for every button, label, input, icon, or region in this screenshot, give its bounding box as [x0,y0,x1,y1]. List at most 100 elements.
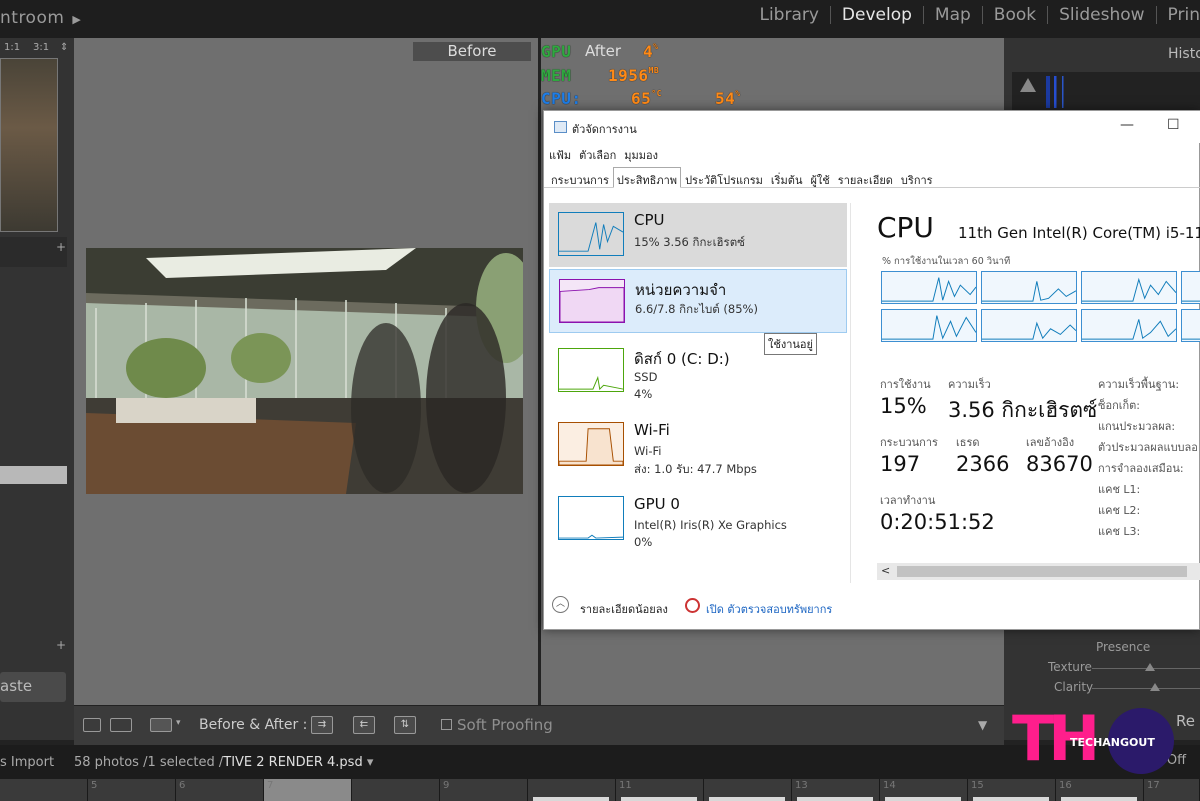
copy-before-to-after-button[interactable]: ⇉ [311,716,333,734]
menu-bar: แฟ้ม ตัวเลือก มุมมอง [549,146,658,164]
paste-button[interactable]: aste [0,672,66,702]
window-title: ตัวจัดการงาน [572,123,637,136]
filmstrip-thumb[interactable]: 16 [1056,779,1144,801]
previous-import-label[interactable]: s Import [0,755,54,770]
clarity-label: Clarity [1054,680,1094,694]
filmstrip-thumb[interactable] [0,779,88,801]
filmstrip-thumb[interactable] [528,779,616,801]
filmstrip-thumb[interactable]: 11 [616,779,704,801]
reset-button[interactable]: Re [1176,712,1195,730]
menu-view[interactable]: มุมมอง [624,146,658,164]
view-mode-dropdown-icon[interactable]: ▾ [176,718,181,728]
resource-detail-2: ส่ง: 1.0 รับ: 47.7 Mbps [634,462,757,476]
resource-detail: SSD [634,370,658,384]
before-after-label: Before & After : [199,717,308,733]
after-label: After [585,42,622,60]
overlay-gpu-value: 4% [643,42,659,61]
tab-users[interactable]: ผู้ใช้ [806,167,834,188]
app-brand: ntroom ▶ [0,8,82,28]
histogram[interactable] [1012,72,1200,110]
tab-details[interactable]: รายละเอียด [833,167,897,188]
open-resource-monitor-link[interactable]: เปิด ตัวตรวจสอบทรัพยากร [706,600,832,618]
tooltip: ใช้งานอยู่ [764,333,817,355]
tab-services[interactable]: บริการ [896,167,937,188]
resource-gpu[interactable]: GPU 0 Intel(R) Iris(R) Xe Graphics 0% [549,487,847,551]
filmstrip-thumb[interactable] [352,779,440,801]
collapse-icon[interactable]: ︿ [552,596,569,613]
compare-rr-icon[interactable] [110,718,132,732]
overlay-mem-label: MEM [541,66,572,85]
resource-wifi[interactable]: Wi-Fi Wi-Fi ส่ง: 1.0 รับ: 47.7 Mbps [549,413,847,477]
module-develop[interactable]: Develop [831,5,923,25]
module-map[interactable]: Map [924,5,982,25]
module-slideshow[interactable]: Slideshow [1048,5,1155,25]
filmstrip-info[interactable]: 58 photos /1 selected /TIVE 2 RENDER 4.p… [74,755,373,770]
tab-processes[interactable]: กระบวนการ [547,167,613,188]
zoom-3-1[interactable]: 3:1 [33,42,49,53]
resource-name: Wi-Fi [634,421,670,439]
resource-detail-2: 0% [634,535,653,549]
photo-before[interactable] [86,248,523,494]
brand-menu-arrow-icon[interactable]: ▶ [72,13,81,26]
clarity-track[interactable] [1092,688,1200,689]
disk-mini-graph [558,348,624,392]
resource-monitor-icon [685,598,700,613]
filmstrip-thumb[interactable]: 6 [176,779,264,801]
handles-value: 83670 [1026,452,1093,476]
processes-value: 197 [880,452,921,476]
clipping-indicator-icon[interactable] [1020,78,1036,92]
toolbar-menu-icon[interactable]: ▼ [978,718,987,732]
resource-memory[interactable]: หน่วยความจำ 6.6/7.8 กิกะไบต์ (85%) [549,269,847,333]
add-snapshot-icon[interactable]: + [56,638,66,652]
core-graph [981,271,1077,304]
texture-label: Texture [1048,660,1092,674]
lightroom-top-bar: ntroom ▶ Library Develop Map Book Slidesh… [0,0,1200,38]
title-bar[interactable]: ตัวจัดการงาน — ☐ [544,111,1200,143]
swap-before-after-button[interactable]: ⇅ [394,716,416,734]
filmstrip-thumb[interactable]: 17 [1144,779,1200,801]
texture-knob[interactable] [1145,663,1155,671]
resource-list: CPU 15% 3.56 กิกะเฮิรตซ์ หน่วยความจำ 6.6… [549,203,849,598]
navigator-preview[interactable] [0,58,58,232]
filmstrip-thumb-selected[interactable]: 7 [264,779,352,801]
graph-caption: % การใช้งานในเวลา 60 วินาที [882,256,1011,267]
before-after-yy-icon[interactable] [150,718,172,732]
loupe-view-icon[interactable] [83,718,101,732]
filmstrip-thumb[interactable]: 13 [792,779,880,801]
add-preset-icon[interactable]: + [56,240,66,254]
cpu-mini-graph [558,212,624,256]
fewer-details-link[interactable]: รายละเอียดน้อยลง [580,600,668,618]
resource-cpu[interactable]: CPU 15% 3.56 กิกะเฮิรตซ์ [549,203,847,267]
menu-file[interactable]: แฟ้ม [549,146,571,164]
copy-after-to-before-button[interactable]: ⇇ [353,716,375,734]
scroll-left-icon[interactable]: < [881,564,890,577]
resource-name: ดิสก์ 0 (C: D:) [634,350,730,368]
gpu-mini-graph [558,496,624,540]
tab-app-history[interactable]: ประวัติโปรแกรม [681,167,767,188]
resource-detail: 6.6/7.8 กิกะไบต์ (85%) [635,302,758,316]
selected-history-item[interactable] [0,466,67,484]
filmstrip-thumb[interactable]: 5 [88,779,176,801]
module-print[interactable]: Prin [1157,5,1200,25]
tab-startup[interactable]: เริ่มต้น [766,167,807,188]
menu-options[interactable]: ตัวเลือก [579,146,616,164]
zoom-dropdown-icon[interactable]: ⇕ [60,42,68,53]
clarity-knob[interactable] [1150,683,1160,691]
minimize-button[interactable]: — [1120,117,1134,133]
filmstrip-thumb[interactable]: 14 [880,779,968,801]
soft-proofing-checkbox[interactable] [441,719,452,730]
tab-performance[interactable]: ประสิทธิภาพ [612,167,682,188]
horizontal-scrollbar[interactable]: < [877,563,1200,580]
maximize-button[interactable]: ☐ [1167,117,1180,133]
task-manager-window: ตัวจัดการงาน — ☐ แฟ้ม ตัวเลือก มุมมอง กร… [543,110,1200,630]
scrollbar-thumb[interactable] [897,566,1187,577]
filmstrip-thumb[interactable] [704,779,792,801]
histogram-bars [1046,76,1086,108]
zoom-1-1[interactable]: 1:1 [4,42,20,53]
filmstrip-thumb[interactable]: 9 [440,779,528,801]
filmstrip-thumb[interactable]: 15 [968,779,1056,801]
resource-detail: 15% 3.56 กิกะเฮิรตซ์ [634,235,745,249]
module-library[interactable]: Library [748,5,829,25]
soft-proofing-label: Soft Proofing [457,716,553,734]
module-book[interactable]: Book [983,5,1047,25]
